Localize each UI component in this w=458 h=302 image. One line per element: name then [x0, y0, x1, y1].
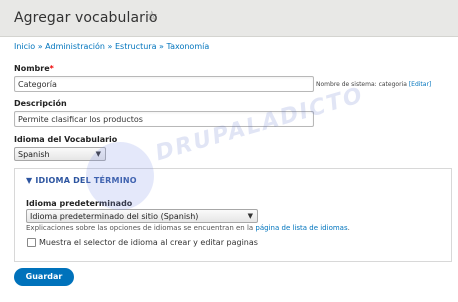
default-language-select[interactable]: Idioma predeterminado del sitio (Spanish… [26, 209, 258, 223]
help-text: Explicaciones sobre las opciones de idio… [26, 224, 254, 232]
name-input[interactable]: Categoría [14, 76, 314, 92]
language-list-link[interactable]: página de lista de idiomas [255, 224, 347, 232]
vocab-language-select[interactable]: Spanish ▼ [14, 147, 106, 161]
chevron-down-icon: ▼ [247, 212, 253, 220]
chevron-down-icon: ▼ [95, 150, 101, 158]
breadcrumb-item-taxonomia[interactable]: Taxonomía [167, 42, 210, 51]
machine-name-edit-link[interactable]: [Editar] [409, 81, 431, 88]
description-input[interactable]: Permite clasificar los productos [14, 111, 314, 127]
term-language-summary[interactable]: ▼ IDIOMA DEL TÉRMINO [26, 176, 137, 185]
help-text-end: . [347, 224, 350, 232]
name-label-text: Nombre [14, 64, 50, 73]
language-selector-checkbox-label[interactable]: Muestra el selector de idioma al crear y… [39, 238, 258, 247]
default-language-label: Idioma predeterminado [26, 199, 133, 208]
name-label: Nombre* [14, 64, 54, 73]
page-title: Agregar vocabulario [14, 10, 158, 26]
default-language-value: Idioma predeterminado del sitio (Spanish… [30, 212, 199, 221]
description-label: Descripción [14, 99, 67, 108]
breadcrumb-separator: » [37, 42, 43, 51]
required-mark: * [49, 64, 54, 73]
language-selector-checkbox[interactable] [27, 238, 36, 247]
machine-name: Nombre de sistema: categoria [Editar] [316, 81, 431, 88]
page-header: Agregar vocabulario ☆ [0, 0, 458, 37]
save-button[interactable]: Guardar [14, 268, 74, 286]
breadcrumb: Inicio » Administración » Estructura » T… [14, 42, 209, 51]
breadcrumb-item-inicio[interactable]: Inicio [14, 42, 35, 51]
breadcrumb-separator: » [159, 42, 164, 51]
breadcrumb-separator: » [107, 42, 113, 51]
language-help-text: Explicaciones sobre las opciones de idio… [26, 224, 350, 232]
vocab-language-value: Spanish [18, 150, 50, 159]
star-icon[interactable]: ☆ [146, 9, 158, 24]
breadcrumb-item-administracion[interactable]: Administración [45, 42, 105, 51]
breadcrumb-item-estructura[interactable]: Estructura [115, 42, 157, 51]
vocab-language-label: Idioma del Vocabulario [14, 135, 118, 144]
machine-name-text: Nombre de sistema: categoria [316, 81, 407, 88]
